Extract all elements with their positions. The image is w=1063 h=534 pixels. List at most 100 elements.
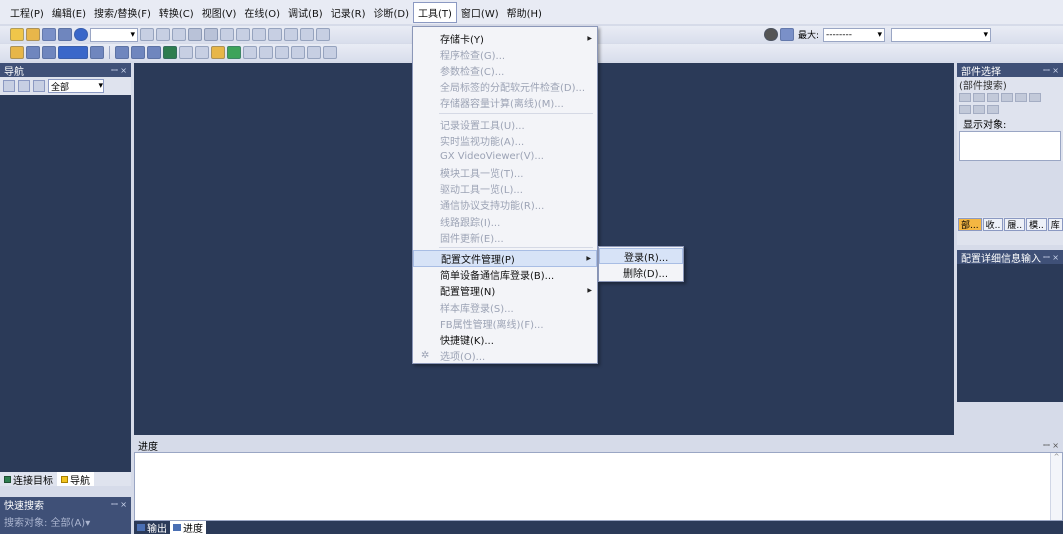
- toolbar-combo-1[interactable]: ▾: [90, 27, 138, 42]
- nav-tree-icon[interactable]: [3, 80, 15, 92]
- menu-debug[interactable]: 调试(B): [284, 3, 327, 22]
- submenu-item-register[interactable]: 登录(R)...: [599, 248, 683, 265]
- st-icon[interactable]: [42, 46, 56, 59]
- save-icon[interactable]: [42, 28, 56, 41]
- run-icon[interactable]: [163, 46, 177, 59]
- menu-view[interactable]: 视图(V): [198, 3, 241, 22]
- device-icon-3[interactable]: [147, 46, 161, 59]
- progress-scrollbar[interactable]: ^: [1050, 453, 1062, 520]
- menu-record[interactable]: 记录(R): [327, 3, 370, 22]
- tab-progress[interactable]: 进度: [170, 521, 206, 534]
- menu-item-module-tools[interactable]: 模块工具一览(T)...: [413, 165, 597, 181]
- parts-tool-icon-2[interactable]: [973, 92, 985, 102]
- tab-favorites[interactable]: 收..: [982, 217, 1004, 231]
- ladder-tool-icon-5[interactable]: [284, 28, 298, 41]
- tool-icon-5[interactable]: [243, 46, 257, 59]
- navigation-tree[interactable]: [0, 95, 131, 477]
- menu-item-video-viewer[interactable]: GX VideoViewer(V)...: [413, 148, 597, 164]
- parts-close-icon[interactable]: [973, 104, 985, 114]
- help-icon[interactable]: [74, 28, 88, 41]
- tool-icon-4[interactable]: [227, 46, 241, 59]
- menu-item-protocol-support[interactable]: 通信协议支持功能(R)...: [413, 197, 597, 213]
- paste-icon[interactable]: [172, 28, 186, 41]
- tool-icon-9[interactable]: [307, 46, 321, 59]
- tab-connection-target[interactable]: 连接目标: [0, 472, 57, 487]
- device-icon[interactable]: [115, 46, 129, 59]
- gear-icon[interactable]: [33, 80, 45, 92]
- tab-library[interactable]: 库: [1047, 217, 1063, 231]
- menu-item-logging-tool[interactable]: 记录设置工具(U)...: [413, 116, 597, 132]
- menu-search-replace[interactable]: 搜索/替换(F): [90, 3, 155, 22]
- menu-item-shortcut-keys[interactable]: 快捷键(K)...: [413, 331, 597, 347]
- tool-icon-2[interactable]: [195, 46, 209, 59]
- menu-item-memory-capacity[interactable]: 存储器容量计算(离线)(M)...: [413, 95, 597, 111]
- menu-item-firmware-update[interactable]: 固件更新(E)...: [413, 229, 597, 245]
- menu-item-realtime-monitor[interactable]: 实时监视功能(A)...: [413, 132, 597, 148]
- tab-module[interactable]: 模..: [1026, 217, 1047, 231]
- pin-close-icon[interactable]: ꟷ ×: [111, 65, 127, 76]
- menu-tools[interactable]: 工具(T): [413, 1, 457, 23]
- parts-tool-icon-8[interactable]: [987, 104, 999, 114]
- menu-online[interactable]: 在线(O): [240, 3, 284, 22]
- zoom-icon[interactable]: [764, 28, 778, 41]
- parts-tool-icon-7[interactable]: [959, 104, 971, 114]
- monitor-bar-icon[interactable]: [58, 46, 88, 59]
- quick-search-target[interactable]: 搜索对象: 全部(A)▾: [0, 511, 131, 534]
- find-icon[interactable]: [90, 46, 104, 59]
- tab-navigation[interactable]: 导航: [57, 472, 94, 487]
- scroll-up-icon[interactable]: ^: [1051, 453, 1062, 461]
- parts-list[interactable]: [957, 161, 1063, 217]
- tab-output[interactable]: 输出: [134, 521, 170, 534]
- menu-item-program-check[interactable]: 程序检查(G)...: [413, 46, 597, 62]
- pin-close-icon[interactable]: ꟷ ×: [1043, 65, 1059, 76]
- progress-output[interactable]: ^: [134, 452, 1063, 521]
- tab-parts[interactable]: 部...: [958, 217, 982, 231]
- menu-item-parameter-check[interactable]: 参数检查(C)...: [413, 62, 597, 78]
- menu-item-fb-property[interactable]: FB属性管理(离线)(F)...: [413, 315, 597, 331]
- undo-icon[interactable]: [188, 28, 202, 41]
- copy-icon[interactable]: [156, 28, 170, 41]
- parts-tool-icon-5[interactable]: [1015, 92, 1027, 102]
- menu-item-config-management[interactable]: 配置管理(N) ▶: [413, 283, 597, 299]
- ladder-tool-icon-7[interactable]: [316, 28, 330, 41]
- new-project-icon[interactable]: [10, 28, 24, 41]
- menu-window[interactable]: 窗口(W): [457, 3, 503, 22]
- display-target-list[interactable]: [959, 131, 1061, 161]
- toolbar-combo-2[interactable]: ▾: [891, 27, 992, 42]
- tool-icon-3[interactable]: [211, 46, 225, 59]
- menu-convert[interactable]: 转换(C): [155, 3, 198, 22]
- menu-item-drive-tools[interactable]: 驱动工具一览(L)...: [413, 181, 597, 197]
- device-icon-2[interactable]: [131, 46, 145, 59]
- tool-icon-8[interactable]: [291, 46, 305, 59]
- zoom-mode-icon[interactable]: [780, 28, 794, 41]
- menu-item-sample-library[interactable]: 样本库登录(S)...: [413, 299, 597, 315]
- menu-help[interactable]: 帮助(H): [503, 3, 546, 22]
- tool-icon-6[interactable]: [259, 46, 273, 59]
- ladder-tool-icon-3[interactable]: [252, 28, 266, 41]
- menu-item-options[interactable]: ✲ 选项(O)...: [413, 348, 597, 364]
- menu-diagnostics[interactable]: 诊断(D): [369, 3, 413, 22]
- menu-item-device-library-register[interactable]: 简单设备通信库登录(B)...: [413, 267, 597, 283]
- ladder-tool-icon-2[interactable]: [236, 28, 250, 41]
- sfc-icon[interactable]: [26, 46, 40, 59]
- menu-item-global-label-check[interactable]: 全局标签的分配软元件检查(D)...: [413, 79, 597, 95]
- nav-filter-select[interactable]: 全部 ▾: [48, 79, 104, 93]
- parts-tool-icon-4[interactable]: [1001, 92, 1013, 102]
- cut-icon[interactable]: [140, 28, 154, 41]
- pin-close-icon[interactable]: ꟷ ×: [1043, 252, 1059, 263]
- parts-tool-icon-6[interactable]: [1029, 92, 1041, 102]
- parts-search-input[interactable]: (部件搜索): [957, 77, 1063, 92]
- tool-icon-10[interactable]: [323, 46, 337, 59]
- print-icon[interactable]: [58, 28, 72, 41]
- ladder-tool-icon-4[interactable]: [268, 28, 282, 41]
- submenu-item-delete[interactable]: 删除(D)...: [599, 264, 683, 280]
- parts-tool-icon-3[interactable]: [987, 92, 999, 102]
- ladder-icon[interactable]: [10, 46, 24, 59]
- ladder-tool-icon[interactable]: [220, 28, 234, 41]
- menu-project[interactable]: 工程(P): [6, 3, 48, 22]
- tool-icon-1[interactable]: [179, 46, 193, 59]
- redo-icon[interactable]: [204, 28, 218, 41]
- nav-list-icon[interactable]: [18, 80, 30, 92]
- menu-item-memory-card[interactable]: 存储卡(Y) ▶: [413, 30, 597, 46]
- menu-item-profile-management[interactable]: 配置文件管理(P) ▶: [413, 250, 597, 267]
